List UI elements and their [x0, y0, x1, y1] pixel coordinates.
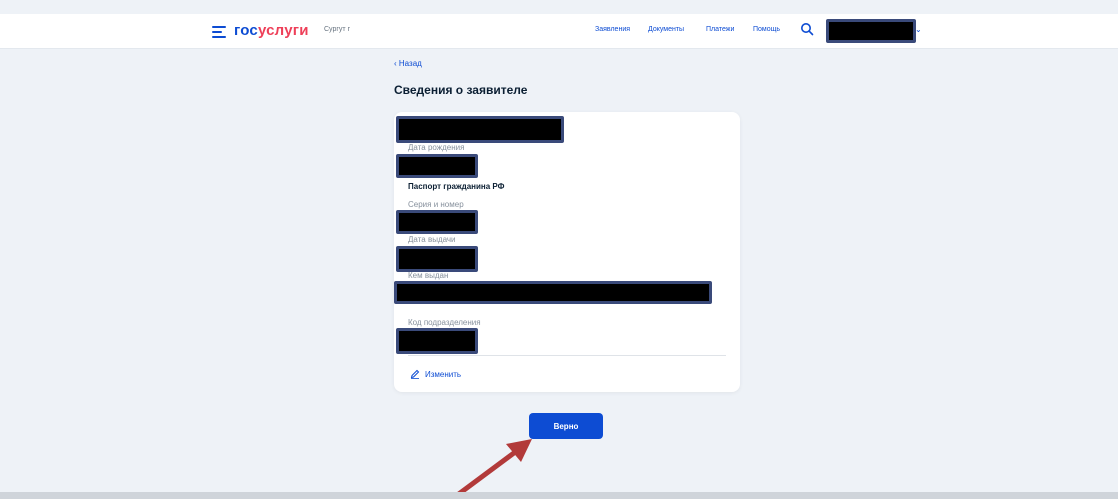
- back-link[interactable]: ‹ Назад: [394, 59, 422, 68]
- confirm-button[interactable]: Верно: [529, 413, 603, 439]
- birth-date-redacted: [396, 154, 478, 178]
- taskbar-strip: [0, 492, 1118, 499]
- division-code-label: Код подразделения: [408, 318, 481, 327]
- passport-section-title: Паспорт гражданина РФ: [408, 182, 505, 191]
- nav-applications[interactable]: Заявления: [595, 26, 630, 33]
- chevron-down-icon[interactable]: ⌄: [915, 25, 922, 34]
- nav-documents[interactable]: Документы: [648, 26, 684, 33]
- issued-by-redacted: [394, 281, 712, 304]
- issued-by-label: Кем выдан: [408, 271, 449, 280]
- pencil-icon: [410, 369, 420, 379]
- nav-payments[interactable]: Платежи: [706, 26, 734, 33]
- issue-date-label: Дата выдачи: [408, 235, 456, 244]
- card-divider: [408, 355, 726, 356]
- user-profile-redacted[interactable]: [826, 19, 916, 43]
- location-link[interactable]: Сургут г: [324, 26, 350, 33]
- birth-date-label: Дата рождения: [408, 143, 465, 152]
- issue-date-redacted: [396, 246, 478, 272]
- top-navigation-bar: госуслуги Сургут г Заявления Документы П…: [0, 14, 1118, 49]
- applicant-info-card: Дата рождения Паспорт гражданина РФ Сери…: [394, 112, 740, 392]
- series-number-label: Серия и номер: [408, 200, 464, 209]
- page-title: Сведения о заявителе: [394, 83, 528, 97]
- series-number-redacted: [396, 210, 478, 234]
- division-code-redacted: [396, 328, 478, 354]
- edit-button[interactable]: Изменить: [410, 369, 461, 379]
- search-icon[interactable]: [800, 22, 814, 36]
- menu-icon[interactable]: [212, 26, 226, 38]
- gosuslugi-logo[interactable]: госуслуги: [234, 22, 309, 39]
- nav-help[interactable]: Помощь: [753, 26, 780, 33]
- full-name-redacted: [396, 116, 564, 143]
